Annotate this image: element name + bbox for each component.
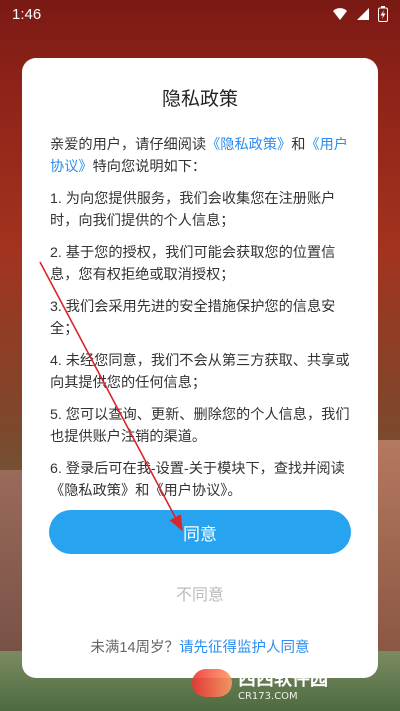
watermark-logo: 西西软件园 CR173.COM	[192, 663, 392, 703]
agree-button[interactable]: 同意	[49, 510, 351, 554]
privacy-dialog: 隐私政策 亲爱的用户，请仔细阅读《隐私政策》和《用户协议》特向您说明如下： 1.…	[22, 58, 378, 678]
guardian-consent-link[interactable]: 请先征得监护人同意	[179, 640, 310, 656]
battery-charging-icon	[378, 6, 388, 22]
intro-and: 和	[291, 137, 306, 153]
intro-paragraph: 亲爱的用户，请仔细阅读《隐私政策》和《用户协议》特向您说明如下：	[50, 134, 356, 178]
disagree-button[interactable]: 不同意	[49, 576, 351, 610]
policy-item: 5. 您可以查询、更新、删除您的个人信息，我们也提供账户注销的渠道。	[50, 407, 350, 445]
intro-prefix: 亲爱的用户，请仔细阅读	[50, 137, 207, 153]
watermark-domain: CR173.COM	[238, 690, 298, 702]
status-icons	[332, 6, 388, 22]
privacy-policy-link[interactable]: 《隐私政策》	[206, 137, 291, 153]
dialog-body: 亲爱的用户，请仔细阅读《隐私政策》和《用户协议》特向您说明如下： 1. 为向您提…	[50, 134, 356, 512]
policy-item: 6. 登录后可在我-设置-关于模块下，查找并阅读《隐私政策》和《用户协议》。	[50, 461, 345, 499]
policy-item: 4. 未经您同意，我们不会从第三方获取、共享或向其提供您的任何信息；	[50, 353, 350, 391]
minor-notice-text: 未满14周岁？	[90, 640, 180, 656]
minor-notice: 未满14周岁？请先征得监护人同意	[22, 636, 378, 657]
policy-item: 2. 基于您的授权，我们可能会获取您的位置信息，您有权拒绝或取消授权；	[50, 245, 336, 283]
intro-suffix: 特向您说明如下：	[92, 159, 207, 175]
dialog-title: 隐私政策	[161, 89, 238, 110]
policy-item: 1. 为向您提供服务，我们会收集您在注册账户时，向我们提供的个人信息；	[50, 191, 336, 229]
status-time: 1:46	[12, 5, 42, 23]
policy-item: 3. 我们会采用先进的安全措施保护您的信息安全；	[50, 299, 336, 337]
watermark-icon	[192, 669, 232, 697]
watermark-brand: 西西软件园	[238, 668, 328, 690]
watermark-text-group: 西西软件园 CR173.COM	[238, 665, 328, 702]
status-bar: 1:46	[0, 0, 400, 28]
wifi-icon	[333, 8, 347, 20]
signal-icon	[357, 8, 369, 20]
